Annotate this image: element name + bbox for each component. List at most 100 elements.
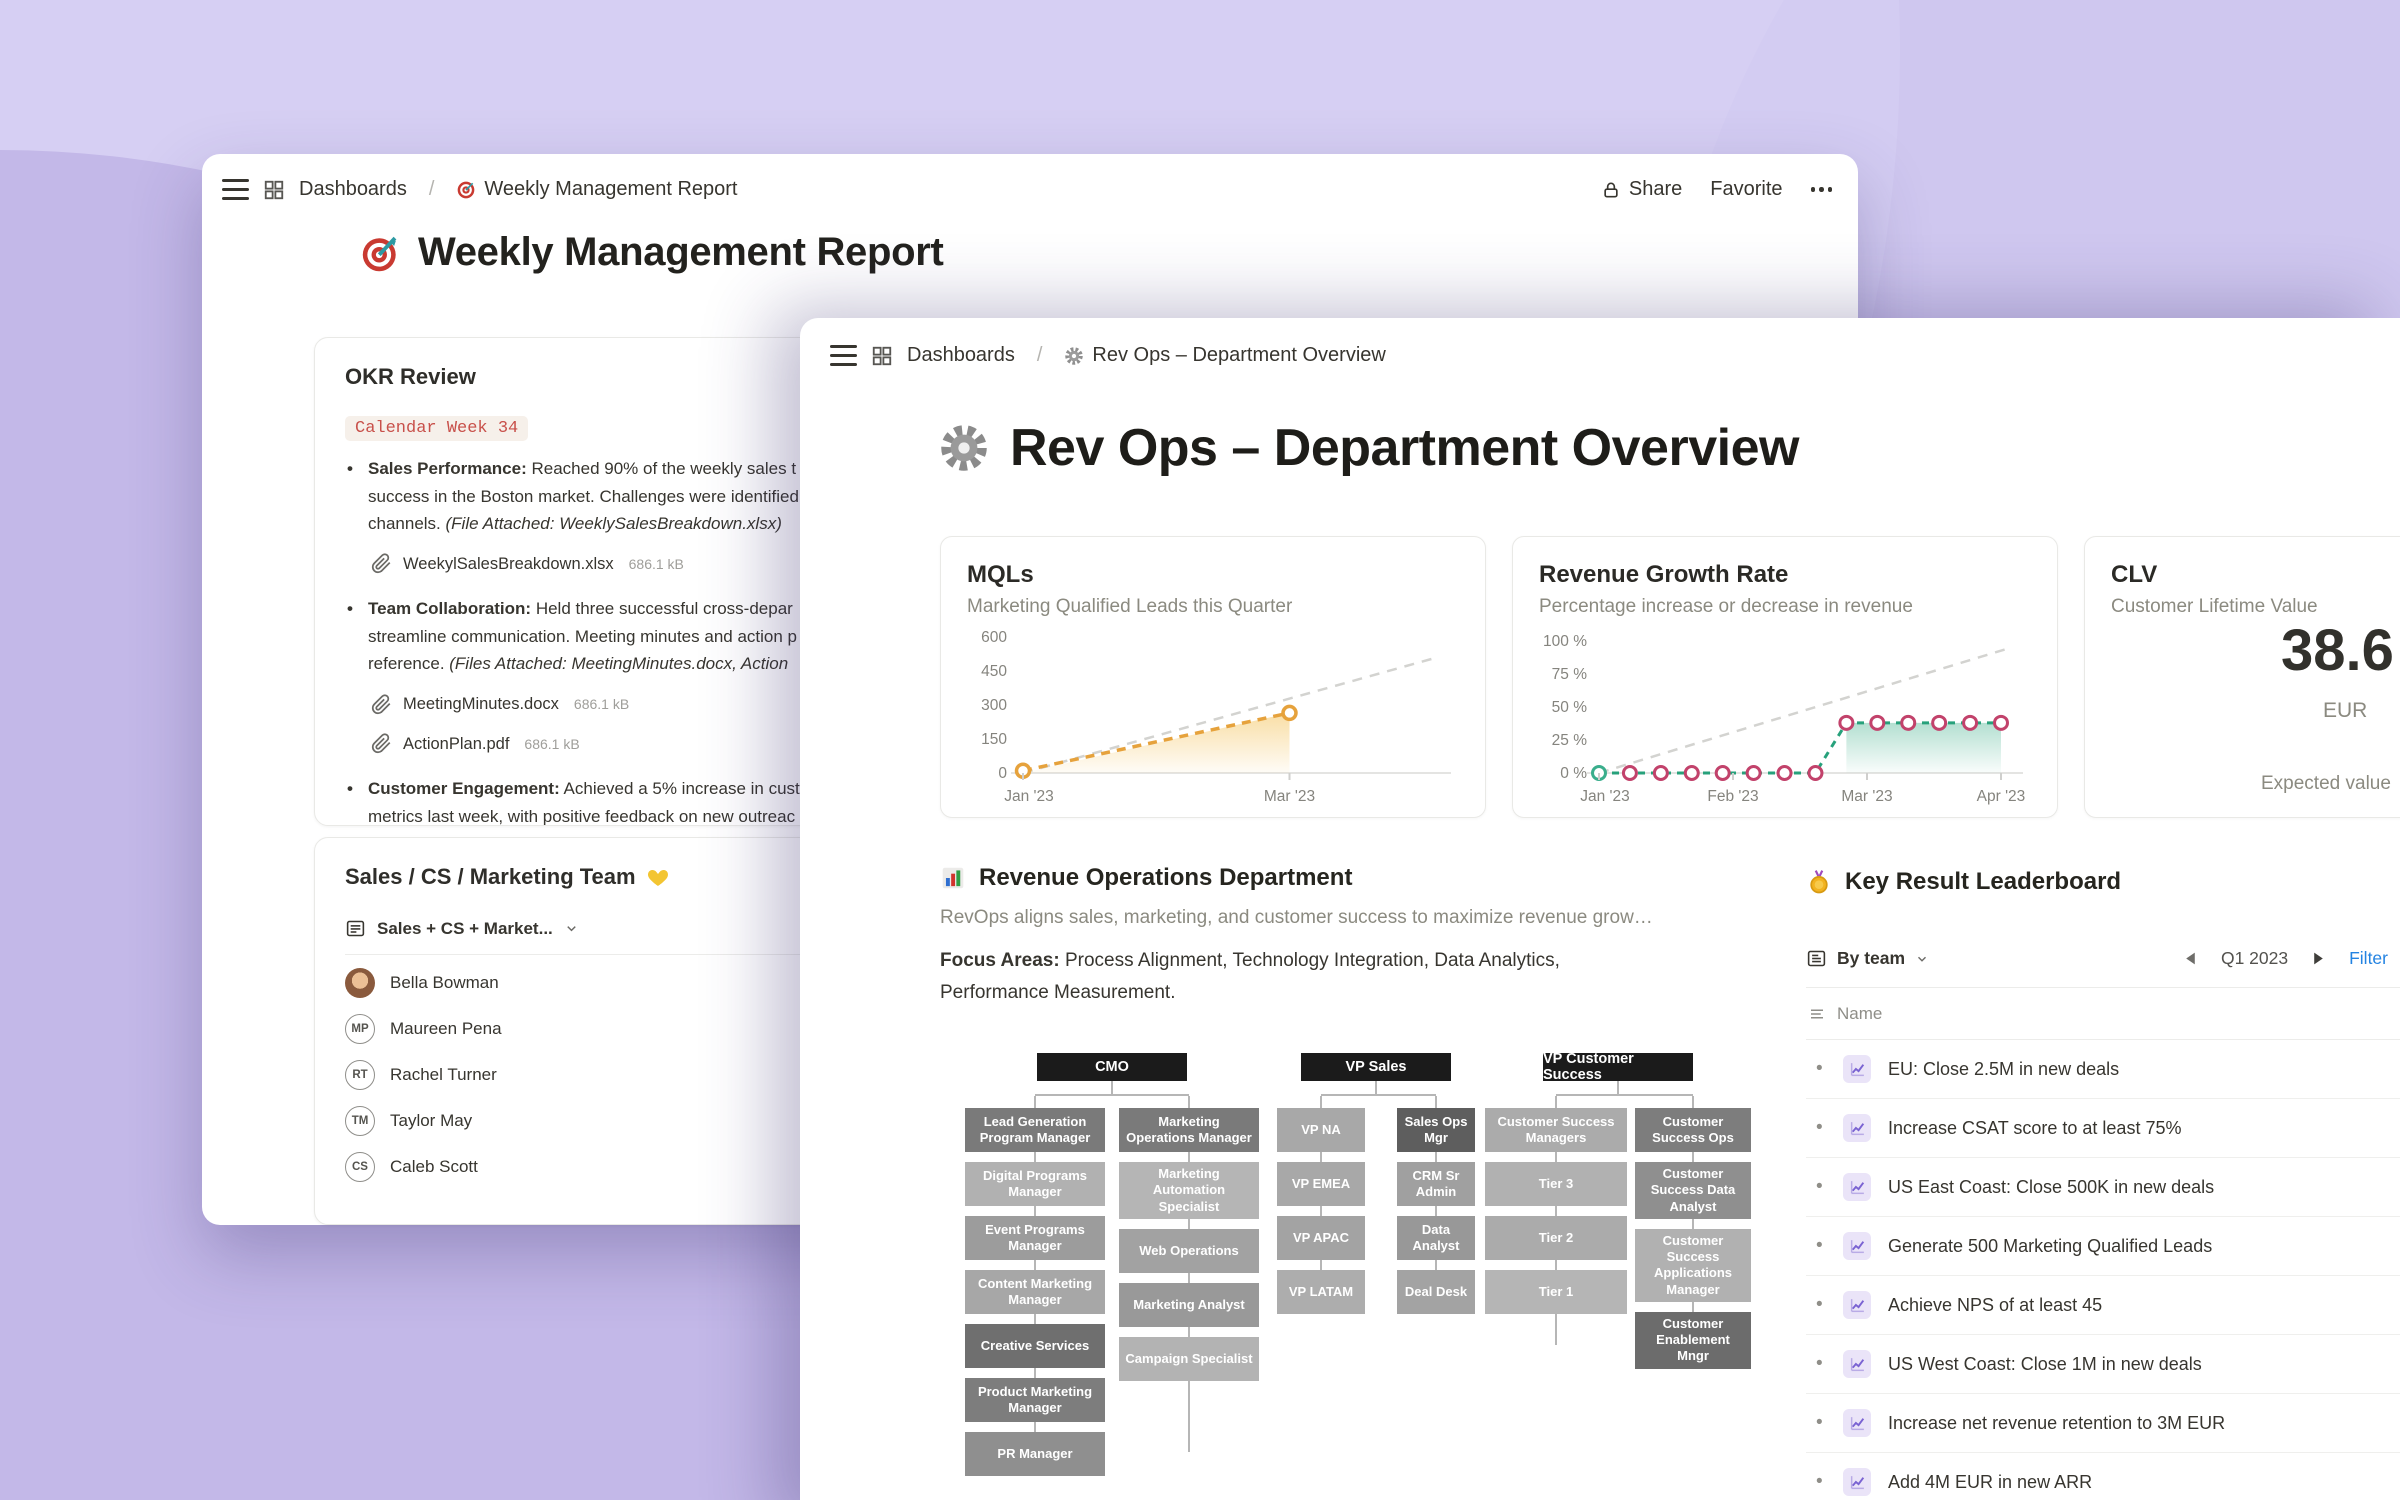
view-selector-by-team[interactable]: By team (1806, 948, 1929, 969)
menu-icon[interactable] (222, 179, 249, 200)
avatar: CS (345, 1152, 375, 1182)
breadcrumb-separator: / (429, 178, 435, 201)
org-box: Marketing Analyst (1119, 1283, 1259, 1327)
more-options-icon[interactable] (1811, 187, 1833, 192)
yellow-heart-icon (646, 865, 670, 889)
prev-period-icon[interactable] (2184, 951, 2197, 966)
breadcrumb-page-label: Weekly Management Report (484, 178, 737, 201)
breadcrumb-dashboards[interactable]: Dashboards (299, 178, 407, 201)
favorite-button[interactable]: Favorite (1710, 178, 1782, 201)
clv-title: CLV (2111, 561, 2400, 589)
dept-subtitle: RevOps aligns sales, marketing, and cust… (940, 907, 1800, 929)
page-title-revops: Rev Ops – Department Overview (938, 418, 1799, 478)
chevron-down-icon (564, 921, 579, 936)
growth-chart: 100 %75 %50 %25 %0 %Jan '23Feb '23Mar '2… (1529, 623, 2037, 811)
drag-dot: • (1816, 1294, 1826, 1316)
line-chart-icon (1843, 1232, 1871, 1260)
dept-section: Revenue Operations Department RevOps ali… (940, 864, 1800, 1010)
line-chart-icon (1843, 1409, 1871, 1437)
bar-chart-icon (940, 865, 966, 891)
org-box: PR Manager (965, 1432, 1105, 1476)
mqls-title: MQLs (967, 561, 1459, 589)
leaderboard-row[interactable]: • US East Coast: Close 500K in new deals (1806, 1158, 2400, 1217)
svg-text:0: 0 (998, 765, 1007, 782)
drag-dot: • (1816, 1471, 1826, 1493)
desktop: Dashboards / Weekly Management Report (0, 0, 2400, 1500)
drag-dot: • (1816, 1176, 1826, 1198)
leaderboard-row[interactable]: • Increase CSAT score to at least 75% (1806, 1099, 2400, 1158)
svg-text:Mar '23: Mar '23 (1264, 788, 1315, 805)
org-box: Lead Generation Program Manager (965, 1108, 1105, 1152)
leaderboard-row[interactable]: •EU: Close 2.5M in new deals (1806, 1040, 2400, 1099)
menu-icon[interactable] (830, 345, 857, 366)
name-column-header[interactable]: Name (1806, 988, 2400, 1040)
key-result-label: Increase CSAT score to at least 75% (1888, 1118, 2181, 1139)
org-box: Creative Services (965, 1324, 1105, 1368)
svg-text:Jan '23: Jan '23 (1580, 788, 1630, 805)
mqls-chart: 6004503001500Jan '23Mar '23 (957, 623, 1465, 811)
grid-icon[interactable] (263, 179, 285, 201)
key-result-label: Generate 500 Marketing Qualified Leads (1888, 1236, 2212, 1257)
svg-text:300: 300 (981, 697, 1007, 714)
leaderboard-row[interactable]: •Generate 500 Marketing Qualified Leads (1806, 1217, 2400, 1276)
back-window-header: Dashboards / Weekly Management Report (222, 178, 738, 201)
breadcrumb-dashboards[interactable]: Dashboards (907, 344, 1015, 367)
list-view-icon (345, 918, 366, 939)
breadcrumb-page[interactable]: Rev Ops – Department Overview (1064, 344, 1385, 367)
member-name: Rachel Turner (390, 1065, 497, 1085)
growth-subtitle: Percentage increase or decrease in reven… (1539, 596, 2031, 618)
svg-text:Mar '23: Mar '23 (1841, 788, 1892, 805)
share-button[interactable]: Share (1601, 178, 1682, 201)
view-selector-label: By team (1837, 948, 1905, 969)
name-column-label: Name (1837, 1004, 1882, 1024)
org-box: Customer Success Data Analyst (1635, 1162, 1751, 1219)
org-box-head: VP Customer Success (1543, 1053, 1693, 1081)
member-name: Bella Bowman (390, 973, 499, 993)
paperclip-icon (371, 553, 392, 574)
attachment-weekly-sales[interactable]: WeekylSalesBreakdown.xlsx 686.1 kB (371, 551, 799, 578)
leaderboard-row[interactable]: •Achieve NPS of at least 45 (1806, 1276, 2400, 1335)
drag-dot: • (1816, 1412, 1826, 1434)
svg-text:600: 600 (981, 629, 1007, 646)
board-view-icon (1806, 948, 1827, 969)
org-box: VP APAC (1277, 1216, 1365, 1260)
org-box-head: VP Sales (1301, 1053, 1451, 1081)
filter-button[interactable]: Filter (2349, 948, 2388, 969)
attachment-action-plan[interactable]: ActionPlan.pdf 686.1 kB (371, 731, 797, 758)
org-box: VP LATAM (1277, 1270, 1365, 1314)
next-period-icon[interactable] (2312, 951, 2325, 966)
revops-window: Dashboards / Rev Ops – Department Overvi… (800, 318, 2400, 1500)
leaderboard-row[interactable]: •Add 4M EUR in new ARR (1806, 1453, 2400, 1500)
org-box: Data Analyst (1397, 1216, 1475, 1260)
medal-icon (1806, 869, 1832, 895)
attachment-meeting-minutes[interactable]: MeetingMinutes.docx 686.1 kB (371, 691, 797, 718)
leaderboard-row[interactable]: •Increase net revenue retention to 3M EU… (1806, 1394, 2400, 1453)
chevron-down-icon (1915, 952, 1929, 966)
leaderboard-row[interactable]: •US West Coast: Close 1M in new deals (1806, 1335, 2400, 1394)
drag-dot: • (1816, 1117, 1826, 1139)
attachment-size: 686.1 kB (574, 693, 629, 716)
svg-text:Feb '23: Feb '23 (1707, 788, 1758, 805)
org-box: Deal Desk (1397, 1270, 1475, 1314)
dept-focus: Focus Areas: Process Alignment, Technolo… (940, 945, 1800, 1010)
key-result-label: US East Coast: Close 500K in new deals (1888, 1177, 2214, 1198)
org-box: VP EMEA (1277, 1162, 1365, 1206)
avatar: MP (345, 1014, 375, 1044)
member-name: Caleb Scott (390, 1157, 478, 1177)
grid-icon[interactable] (871, 345, 893, 367)
leaderboard-title: Key Result Leaderboard (1845, 868, 2121, 896)
org-box: Content Marketing Manager (965, 1270, 1105, 1314)
org-box: Marketing Operations Manager (1119, 1108, 1259, 1152)
org-box: Campaign Specialist (1119, 1337, 1259, 1381)
team-view-label: Sales + CS + Market... (377, 919, 553, 939)
gear-icon (938, 422, 990, 474)
dept-heading: Revenue Operations Department (979, 864, 1352, 892)
lock-icon (1601, 180, 1621, 200)
line-chart-icon (1843, 1114, 1871, 1142)
front-window-header: Dashboards / Rev Ops – Department Overvi… (830, 344, 1386, 367)
breadcrumb-page[interactable]: Weekly Management Report (456, 178, 737, 201)
page-title-text: Rev Ops – Department Overview (1010, 418, 1799, 478)
breadcrumb-page-label: Rev Ops – Department Overview (1092, 344, 1385, 367)
attachment-name: ActionPlan.pdf (403, 731, 509, 758)
org-box: Marketing Automation Specialist (1119, 1162, 1259, 1219)
